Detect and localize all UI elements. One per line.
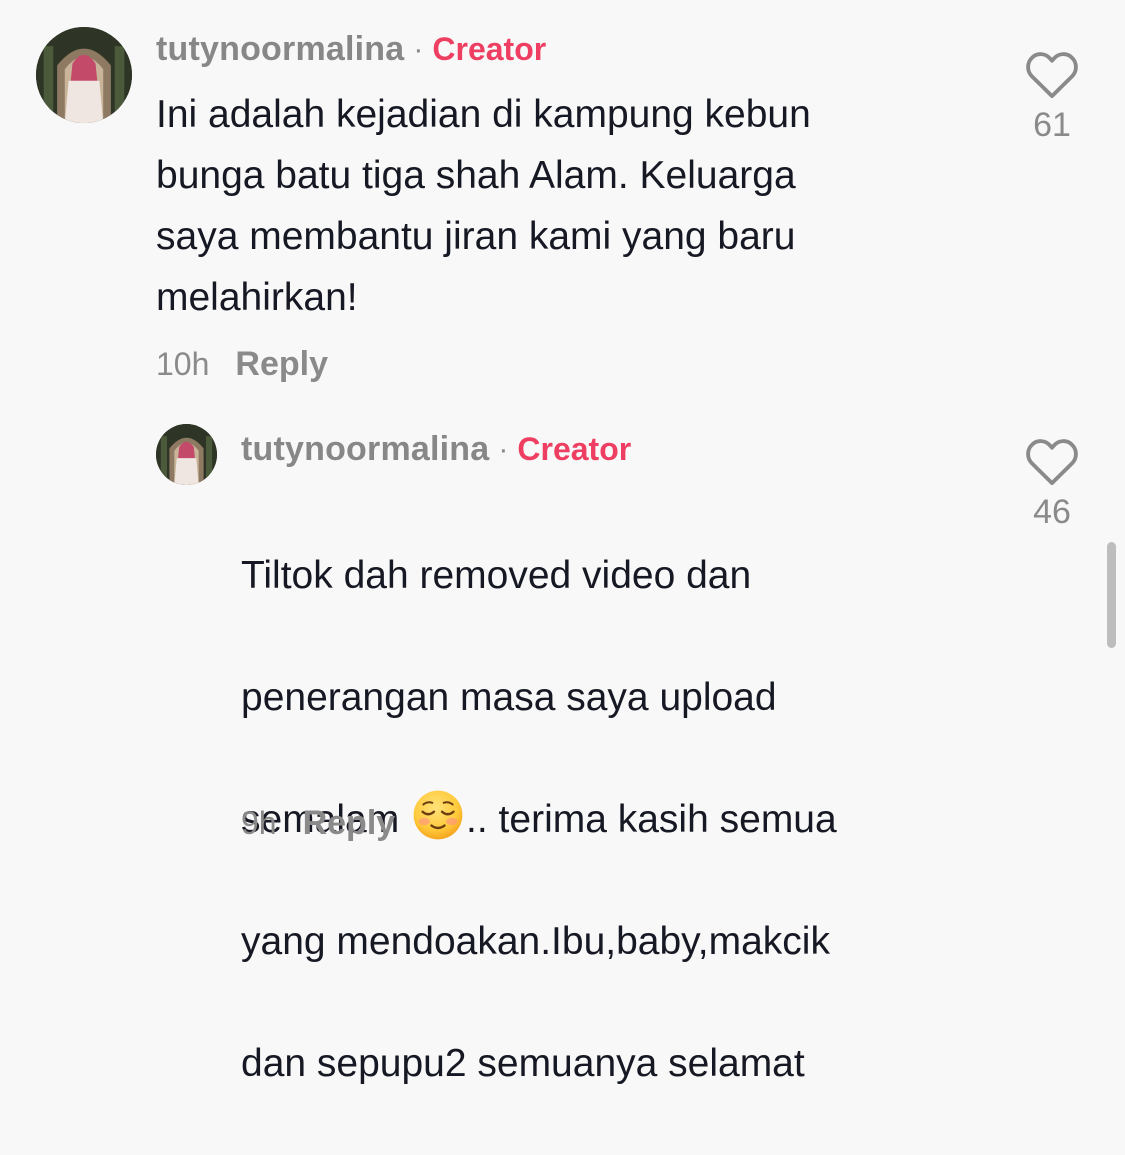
comment-line: yang mendoakan.Ibu,baby,makcik <box>241 920 830 963</box>
avatar-photo-icon <box>36 27 132 123</box>
like-count: 61 <box>1033 106 1071 144</box>
separator-dot: · <box>413 32 424 66</box>
reply-commenter-avatar[interactable] <box>156 424 217 485</box>
comment-timestamp: 10h <box>156 346 210 382</box>
commenter-avatar[interactable] <box>36 27 132 123</box>
comment-line: penerangan masa saya upload <box>241 676 777 719</box>
like-count: 46 <box>1033 493 1071 531</box>
scrollbar-thumb[interactable] <box>1107 542 1116 648</box>
reply-button[interactable]: Reply <box>235 345 328 384</box>
avatar-photo-icon <box>156 424 217 485</box>
creator-badge: Creator <box>432 31 547 67</box>
heart-outline-icon <box>1026 439 1078 486</box>
reply-button[interactable]: Reply <box>303 804 396 843</box>
reply-like-button[interactable]: 46 <box>1022 437 1082 532</box>
relieved-face-emoji-icon <box>413 790 463 840</box>
comment-line: Tiltok dah removed video dan <box>241 554 752 597</box>
comment-footer: 10h Reply <box>156 345 328 384</box>
username[interactable]: tutynoormalina <box>156 30 404 69</box>
username[interactable]: tutynoormalina <box>241 430 489 469</box>
comment-timestamp: 9h <box>241 805 277 841</box>
comment-text: Ini adalah kejadian di kampung kebun bun… <box>156 93 811 319</box>
creator-badge: Creator <box>517 431 632 467</box>
heart-outline-icon <box>1026 52 1078 99</box>
like-button[interactable]: 61 <box>1022 50 1082 145</box>
comment-line-part: .. terima kasih semua <box>466 798 837 841</box>
separator-dot: · <box>498 432 509 466</box>
reply-comment-header: tutynoormalina · Creator <box>241 430 631 469</box>
comment-line: dan sepupu2 semuanya selamat <box>241 1042 805 1085</box>
reply-comment-footer: 9h Reply <box>241 804 395 843</box>
comment-header: tutynoormalina · Creator <box>156 30 546 69</box>
